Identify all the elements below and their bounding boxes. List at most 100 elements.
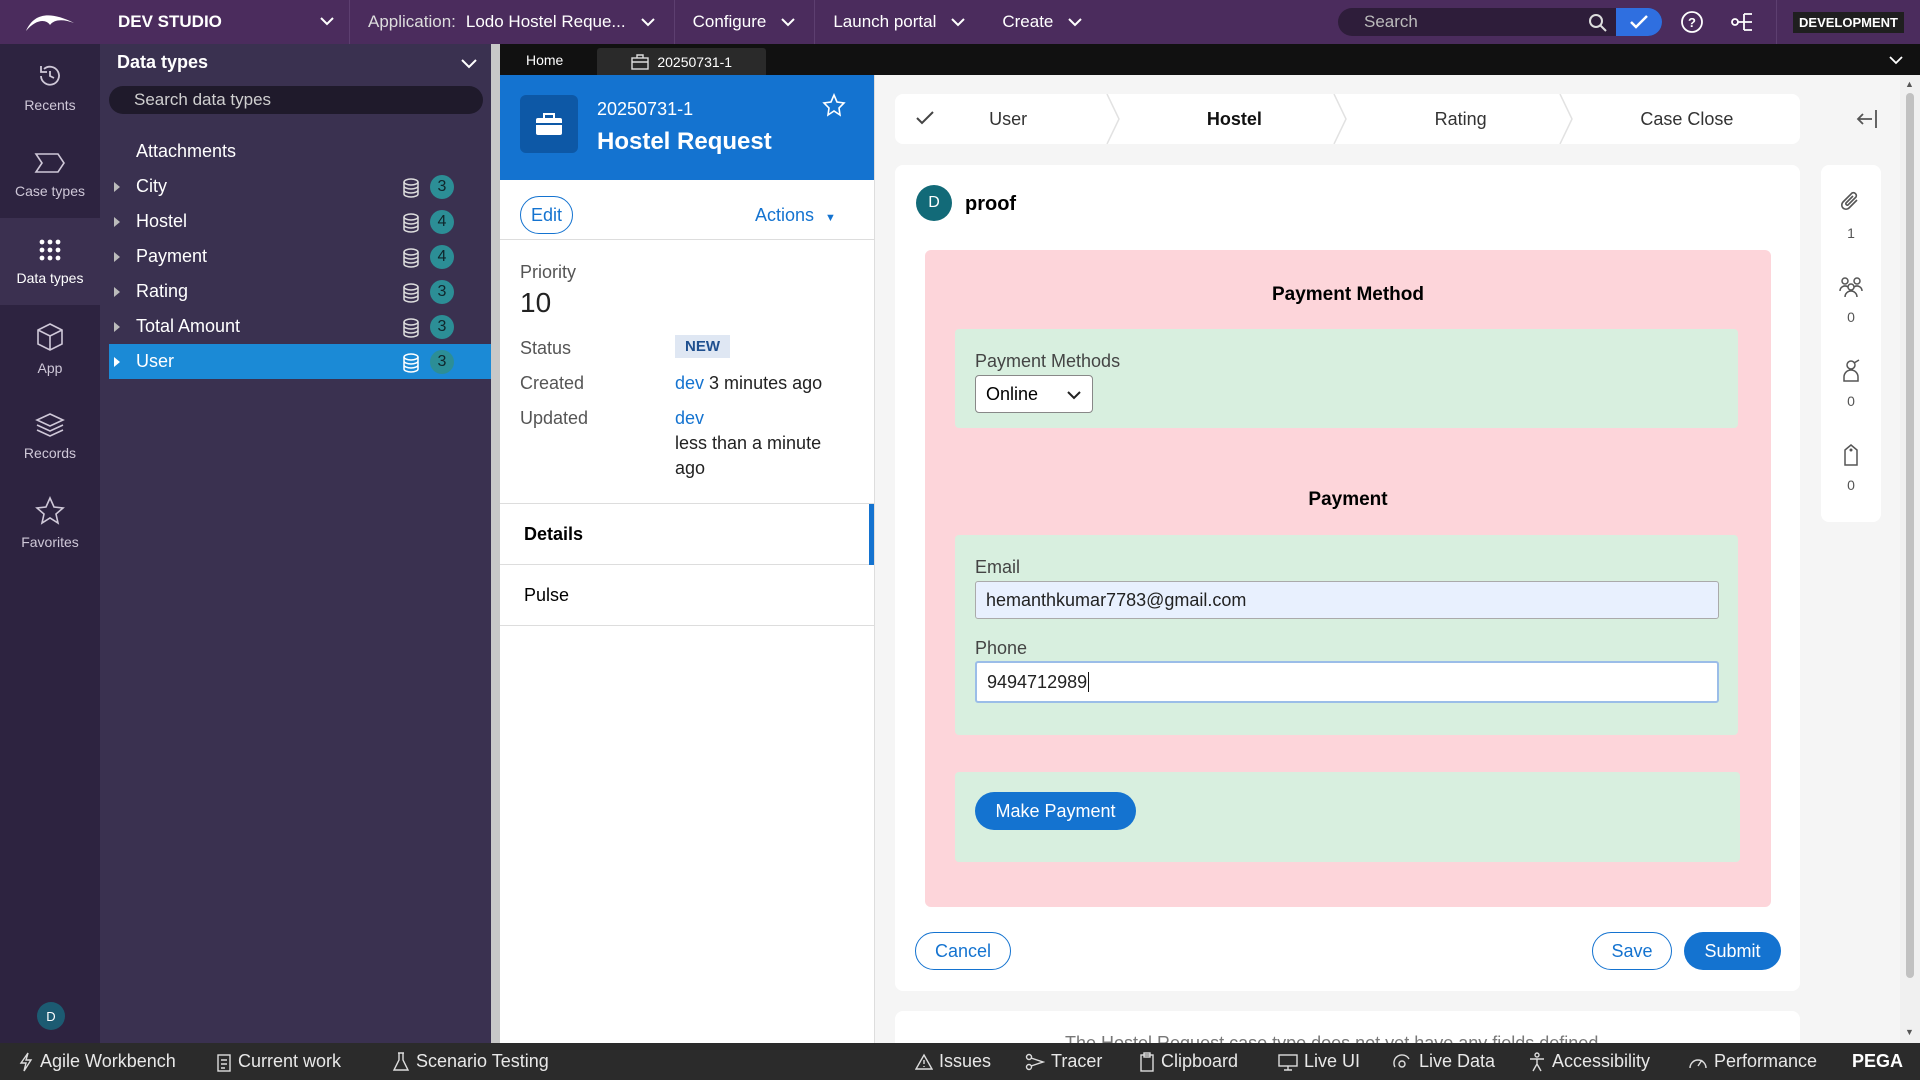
tab-case[interactable]: 20250731-1 [597, 48, 767, 75]
accessibility-button[interactable]: Accessibility [1528, 1051, 1650, 1072]
tags-utility[interactable]: 0 [1821, 443, 1881, 493]
expand-icon[interactable] [114, 322, 120, 332]
launch-portal-menu[interactable]: Launch portal [815, 0, 984, 44]
tracer-button[interactable]: Tracer [1025, 1051, 1102, 1072]
list-item-selected[interactable]: User 3 [109, 344, 491, 379]
updated-by-link[interactable]: dev [675, 408, 704, 429]
cancel-button[interactable]: Cancel [915, 932, 1011, 970]
list-item[interactable]: City 3 [100, 169, 491, 204]
payment-methods-select[interactable]: Online [975, 375, 1093, 413]
clipboard-button[interactable]: Clipboard [1139, 1051, 1238, 1072]
svg-text:?: ? [1688, 15, 1696, 30]
search-data-types-input[interactable]: Search data types [109, 86, 483, 114]
briefcase-icon [631, 53, 650, 70]
database-icon [403, 283, 419, 303]
help-icon[interactable]: ? [1680, 10, 1704, 34]
chevron-separator-icon [1559, 94, 1573, 144]
attachments-utility[interactable]: 1 [1821, 191, 1881, 241]
make-payment-group: Make Payment [955, 772, 1740, 862]
edit-button[interactable]: Edit [520, 196, 573, 234]
list-item-label: User [136, 351, 175, 371]
scenario-testing-button[interactable]: Scenario Testing [392, 1051, 549, 1072]
live-ui-button[interactable]: Live UI [1278, 1051, 1360, 1072]
chevron-down-icon[interactable] [1888, 52, 1904, 68]
stage-case-close[interactable]: Case Close [1574, 94, 1800, 144]
create-label: Create [1002, 12, 1054, 31]
utility-count: 0 [1847, 393, 1855, 409]
chevron-separator-icon [1106, 94, 1121, 144]
studio-switcher[interactable]: DEV STUDIO [100, 0, 350, 44]
pega-logo-icon[interactable] [0, 0, 100, 44]
stage-user[interactable]: User [895, 94, 1121, 144]
expand-icon[interactable] [114, 287, 120, 297]
live-data-button[interactable]: Live Data [1393, 1051, 1495, 1072]
phone-field[interactable]: 9494712989 [975, 661, 1719, 703]
count-badge: 3 [430, 175, 454, 199]
rail-item-data-types[interactable]: Data types [0, 218, 100, 305]
bb-label: Accessibility [1552, 1051, 1651, 1071]
expand-icon[interactable] [114, 182, 120, 192]
list-item[interactable]: Hostel 4 [100, 204, 491, 239]
search-submit-button[interactable] [1616, 8, 1662, 36]
stage-chevrons: User Hostel Rating Case Close [895, 94, 1800, 144]
chevron-down-icon [1067, 391, 1081, 400]
save-button[interactable]: Save [1592, 932, 1672, 970]
scrollbar[interactable]: ▲ ▼ [1900, 75, 1920, 1043]
phone-label: Phone [975, 638, 1028, 658]
collapse-panel-icon[interactable] [1855, 108, 1879, 130]
tag-icon [1844, 444, 1858, 466]
panel-splitter[interactable] [491, 44, 500, 1043]
bb-label: Clipboard [1161, 1051, 1239, 1071]
rail-item-app[interactable]: App [0, 305, 100, 392]
user-avatar[interactable]: D [37, 1002, 65, 1030]
expand-icon[interactable] [114, 252, 120, 262]
search-icon[interactable] [1588, 13, 1608, 33]
list-item[interactable]: Rating 3 [100, 274, 491, 309]
tab-pulse[interactable]: Pulse [500, 565, 874, 626]
scroll-down-icon[interactable]: ▼ [1905, 1027, 1914, 1037]
create-menu[interactable]: Create [984, 0, 1101, 44]
current-work-button[interactable]: Current work [216, 1051, 341, 1072]
tab-details[interactable]: Details [500, 504, 874, 565]
actions-menu[interactable]: Actions ▼ [755, 205, 836, 226]
expand-icon[interactable] [114, 217, 120, 227]
share-icon[interactable] [1730, 10, 1756, 34]
database-icon [403, 178, 419, 198]
priority-label: Priority [520, 262, 577, 282]
rail-item-case-types[interactable]: Case types [0, 131, 100, 218]
scrollbar-thumb[interactable] [1906, 93, 1914, 978]
application-menu[interactable]: Application: Lodo Hostel Reque... [350, 0, 675, 44]
submit-button[interactable]: Submit [1684, 932, 1781, 970]
list-item[interactable]: Attachments [100, 134, 491, 169]
configure-menu[interactable]: Configure [675, 0, 816, 44]
email-field[interactable]: hemanthkumar7783@gmail.com [975, 581, 1719, 619]
lightning-icon [19, 1052, 33, 1071]
rail-item-favorites[interactable]: Favorites [0, 479, 100, 566]
global-search-input[interactable]: Search [1338, 8, 1662, 36]
stage-rating[interactable]: Rating [1348, 94, 1574, 144]
agile-workbench-button[interactable]: Agile Workbench [18, 1051, 176, 1072]
rail-item-records[interactable]: Records [0, 392, 100, 479]
scroll-up-icon[interactable]: ▲ [1905, 79, 1914, 89]
rail-item-recents[interactable]: Recents [0, 44, 100, 131]
created-by-link[interactable]: dev [675, 373, 704, 393]
top-bar: DEV STUDIO Application: Lodo Hostel Requ… [0, 0, 1920, 44]
make-payment-button[interactable]: Make Payment [975, 792, 1136, 830]
list-item[interactable]: Payment 4 [100, 239, 491, 274]
expand-icon[interactable] [114, 357, 120, 367]
list-item-label: Hostel [136, 211, 188, 231]
explorer-header[interactable]: Data types [100, 44, 491, 80]
count-badge: 3 [430, 350, 454, 374]
caret-down-icon: ▼ [825, 212, 836, 224]
issues-button[interactable]: Issues [915, 1051, 991, 1072]
assignment-card: D proof Payment Method Payment Methods O… [895, 165, 1800, 991]
list-item[interactable]: Total Amount 3 [100, 309, 491, 344]
performance-button[interactable]: Performance [1688, 1051, 1817, 1072]
followers-utility[interactable]: 0 [1821, 275, 1881, 325]
created-value: dev 3 minutes ago [675, 373, 822, 394]
star-icon[interactable] [822, 93, 846, 117]
stakeholders-utility[interactable]: 0 [1821, 359, 1881, 409]
bb-label: Tracer [1051, 1051, 1103, 1071]
tab-home[interactable]: Home [500, 44, 589, 75]
stage-hostel[interactable]: Hostel [1121, 94, 1347, 144]
